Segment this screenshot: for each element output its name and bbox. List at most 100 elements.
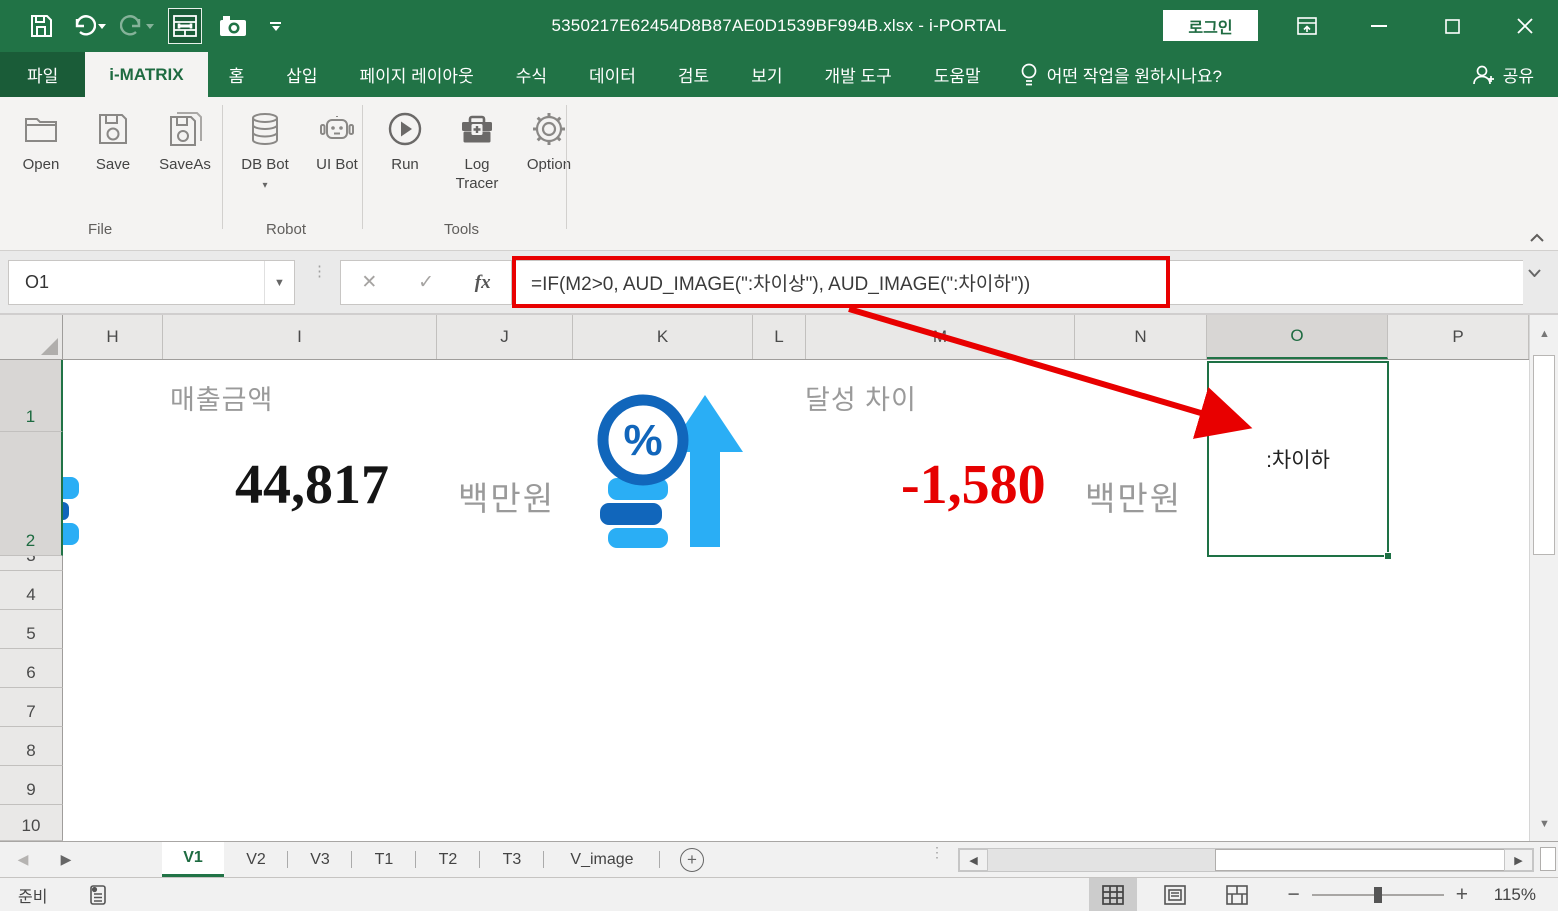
lightbulb-icon: [1020, 62, 1038, 88]
sheet-tab-v-image[interactable]: V_image: [544, 842, 660, 877]
option-button[interactable]: Option: [516, 111, 582, 174]
zoom-out-icon[interactable]: −: [1287, 883, 1299, 907]
zoom-in-icon[interactable]: +: [1456, 883, 1468, 907]
macro-record-icon[interactable]: [87, 884, 109, 906]
sheet-nav-prev-icon[interactable]: ◀: [0, 842, 46, 877]
column-header-n[interactable]: N: [1075, 315, 1207, 359]
row-header-5[interactable]: 5: [0, 610, 63, 649]
tell-me-label: 어떤 작업을 원하시나요?: [1047, 62, 1222, 87]
log-tracer-button[interactable]: Log Tracer: [444, 111, 510, 193]
tab-insert[interactable]: 삽입: [265, 52, 338, 97]
formula-bar-expand-icon[interactable]: [1528, 269, 1541, 277]
save-as-button[interactable]: SaveAs: [152, 111, 218, 174]
db-bot-button[interactable]: DB Bot ▾: [232, 111, 298, 195]
name-box[interactable]: O1 ▼: [8, 260, 295, 305]
name-box-dropdown-icon[interactable]: ▼: [264, 261, 294, 304]
column-header-l[interactable]: L: [753, 315, 806, 359]
row-header-1[interactable]: 1: [0, 360, 63, 432]
column-header-p[interactable]: P: [1388, 315, 1529, 359]
sheet-tab-v1[interactable]: V1: [162, 842, 224, 877]
tab-developer[interactable]: 개발 도구: [803, 52, 912, 97]
horizontal-scrollbar[interactable]: ◀ ▶: [958, 848, 1534, 872]
maximize-button[interactable]: [1429, 0, 1475, 52]
achievement-gap-label: 달성 차이: [805, 378, 917, 417]
normal-view-button[interactable]: [1089, 878, 1137, 911]
scroll-down-icon[interactable]: ▼: [1533, 811, 1556, 837]
undo-button[interactable]: [72, 8, 106, 44]
scroll-up-icon[interactable]: ▲: [1533, 321, 1556, 347]
sheet-tab-v2[interactable]: V2: [224, 842, 288, 877]
tab-view[interactable]: 보기: [730, 52, 803, 97]
ribbon-display-options-button[interactable]: [1284, 0, 1330, 52]
tell-me-search[interactable]: 어떤 작업을 원하시나요?: [1002, 52, 1240, 97]
column-header-m[interactable]: M: [806, 315, 1075, 359]
formula-bar-splitter[interactable]: ⋮: [312, 267, 327, 277]
new-sheet-button[interactable]: +: [660, 842, 724, 877]
row-header-4[interactable]: 4: [0, 571, 63, 610]
share-button[interactable]: 공유: [1447, 52, 1558, 97]
tab-i-matrix[interactable]: i-MATRIX: [85, 52, 207, 97]
zoom-slider-thumb[interactable]: [1374, 887, 1382, 903]
row-header-7[interactable]: 7: [0, 688, 63, 727]
open-button[interactable]: Open: [8, 111, 74, 174]
scrollbar-corner: [1540, 847, 1556, 871]
sheet-tab-t3[interactable]: T3: [480, 842, 544, 877]
sheet-tab-t1[interactable]: T1: [352, 842, 416, 877]
column-header-k[interactable]: K: [573, 315, 753, 359]
column-header-i[interactable]: I: [163, 315, 437, 359]
row-header-3[interactable]: 3: [0, 556, 63, 571]
row-header-10[interactable]: 10: [0, 805, 63, 841]
zoom-slider[interactable]: [1312, 894, 1444, 896]
customize-qat-button[interactable]: [270, 22, 281, 31]
fill-handle[interactable]: [1384, 552, 1392, 560]
insert-function-icon[interactable]: fx: [475, 272, 491, 294]
tab-scroll-splitter[interactable]: ⋮: [930, 848, 944, 857]
ui-bot-button[interactable]: UI Bot: [304, 111, 370, 174]
tab-data[interactable]: 데이터: [568, 52, 657, 97]
column-header-j[interactable]: J: [437, 315, 573, 359]
scroll-left-icon[interactable]: ◀: [959, 849, 988, 871]
percent-up-chart-icon: %: [595, 390, 747, 552]
vertical-scroll-thumb[interactable]: [1533, 355, 1555, 555]
collapse-ribbon-icon[interactable]: [1530, 233, 1544, 242]
cancel-icon[interactable]: ✕: [361, 271, 377, 294]
select-all-corner[interactable]: [0, 315, 63, 359]
save-quick-button[interactable]: [24, 8, 58, 44]
undo-dropdown-icon[interactable]: [98, 24, 106, 29]
vertical-scrollbar[interactable]: ▲ ▼: [1529, 315, 1558, 841]
scroll-right-icon[interactable]: ▶: [1504, 849, 1533, 871]
sales-amount-value: 44,817: [235, 453, 389, 517]
tab-formulas[interactable]: 수식: [495, 52, 568, 97]
close-button[interactable]: [1502, 0, 1548, 52]
title-bar: 5350217E62454D8B87AE0D1539BF994B.xlsx - …: [0, 0, 1558, 52]
enter-icon[interactable]: ✓: [418, 271, 434, 294]
sheet-tab-t2[interactable]: T2: [416, 842, 480, 877]
sheet-tab-v3[interactable]: V3: [288, 842, 352, 877]
zoom-level[interactable]: 115%: [1488, 885, 1536, 905]
save-button[interactable]: Save: [80, 111, 146, 174]
tab-page-layout[interactable]: 페이지 레이아웃: [339, 52, 495, 97]
run-button[interactable]: Run: [372, 111, 438, 174]
tab-home[interactable]: 홈: [208, 52, 266, 97]
camera-button[interactable]: [216, 8, 250, 44]
selected-cell-o1[interactable]: :차이하: [1207, 361, 1389, 557]
page-layout-view-button[interactable]: [1151, 878, 1199, 911]
horizontal-scroll-thumb[interactable]: [1215, 849, 1505, 871]
sheet-canvas[interactable]: 매출금액 44,817 백만원 % 달성 차이 -1,580 백만원 :차이하: [63, 360, 1529, 841]
selected-cell-text: :차이하: [1209, 363, 1387, 555]
row-header-6[interactable]: 6: [0, 649, 63, 688]
row-header-2[interactable]: 2: [0, 432, 63, 556]
column-header-o-selected[interactable]: O: [1207, 315, 1388, 359]
login-button[interactable]: 로그인: [1163, 10, 1258, 41]
table-format-button[interactable]: [168, 8, 202, 44]
sheet-nav-next-icon[interactable]: ▶: [46, 842, 86, 877]
page-break-view-button[interactable]: [1213, 878, 1261, 911]
minimize-button[interactable]: [1356, 0, 1402, 52]
svg-text:%: %: [623, 416, 662, 465]
row-header-9[interactable]: 9: [0, 766, 63, 805]
column-header-h[interactable]: H: [63, 315, 163, 359]
row-header-8[interactable]: 8: [0, 727, 63, 766]
tab-file[interactable]: 파일: [0, 52, 85, 97]
tab-review[interactable]: 검토: [657, 52, 730, 97]
tab-help[interactable]: 도움말: [913, 52, 1002, 97]
